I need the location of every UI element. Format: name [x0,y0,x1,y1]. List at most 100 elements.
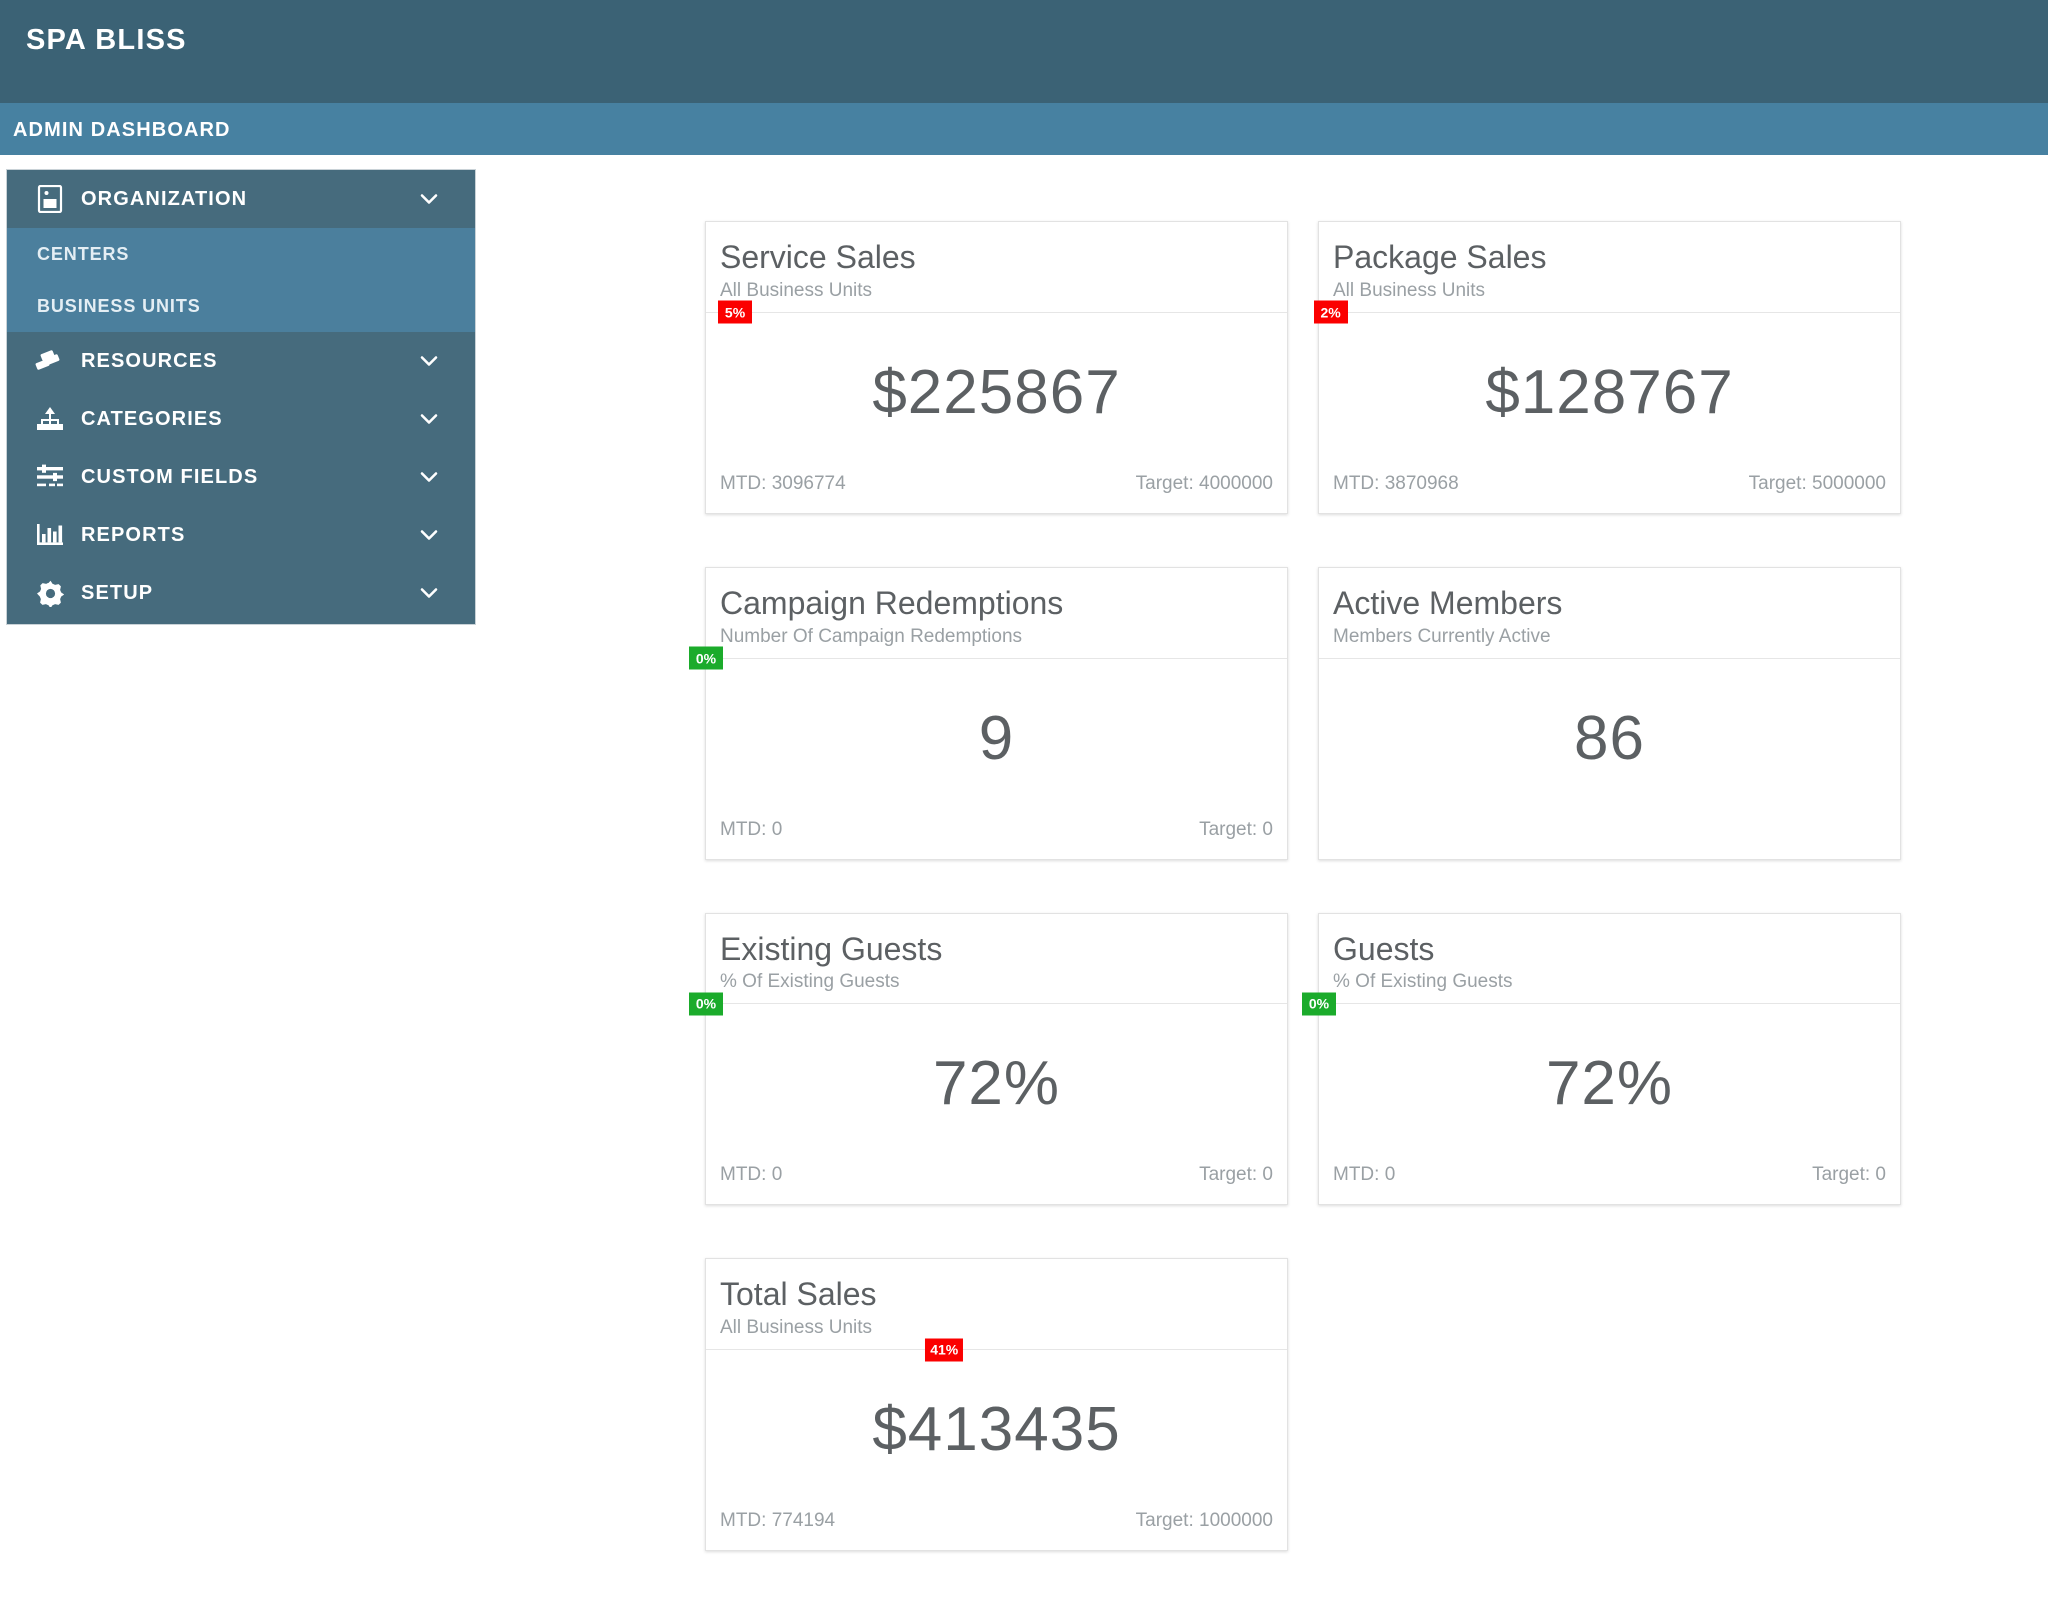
kpi-card-mtd: MTD: 0 [1333,1164,1396,1186]
kpi-card-header: Package Sales All Business Units [1319,222,1900,312]
progress-percent-badge: 41% [925,1338,964,1362]
progress-percent-badge: 5% [718,300,753,324]
chevron-down-icon[interactable] [419,409,439,429]
kpi-card-header: Existing Guests % Of Existing Guests [706,914,1287,1004]
kpi-card-target: Target: 5000000 [1748,472,1886,494]
page-body: ORGANIZATION CENTERS BUSINESS UNITS RESOURC… [0,155,2048,1552]
chevron-down-icon[interactable] [419,467,439,487]
custom-fields-icon [35,462,65,492]
progress-percent-badge: 0% [689,646,723,670]
chevron-down-icon[interactable] [419,351,439,371]
kpi-card-value: 72% [932,1049,1061,1119]
kpi-card-subtitle: All Business Units [1333,279,1486,301]
progress-percent-badge: 0% [689,992,723,1016]
sidebar-group-label: SETUP [81,581,154,604]
kpi-card-mtd: MTD: 3096774 [720,472,846,494]
categories-icon [35,404,65,434]
sidebar-item-label: CENTERS [37,243,130,264]
kpi-card-title: Active Members [1333,584,1563,621]
sidebar-group-label: CATEGORIES [81,407,223,430]
kpi-card-mtd: MTD: 0 [720,818,783,840]
kpi-card-value: $225867 [872,357,1121,427]
kpi-card-value: 86 [1574,703,1645,773]
sidebar-item-label: BUSINESS UNITS [37,295,201,316]
kpi-card-title: Package Sales [1333,239,1547,275]
resources-icon [35,346,65,376]
sidebar-group-categories[interactable]: CATEGORIES [7,390,475,448]
kpi-card-divider: 41% [706,1338,1287,1362]
kpi-card-header: Service Sales All Business Units [706,222,1287,312]
kpi-card-value: 72% [1545,1049,1674,1119]
kpi-card-existing-guests[interactable]: Existing Guests % Of Existing Guests 0% 72%… [689,912,1288,1206]
progress-percent-badge: 2% [1313,300,1348,324]
brand-bar: SPA BLISS [0,0,2048,103]
sidebar-item-business-units[interactable]: BUSINESS UNITS [7,280,475,332]
kpi-card-divider: 0% [689,992,1287,1016]
kpi-card-guests[interactable]: Guests % Of Existing Guests 0% 72% MTD: 0 Tar… [1302,912,1901,1206]
kpi-card-service-sales[interactable]: Service Sales All Business Units 5% $225867… [705,221,1288,514]
sidebar-group-custom-fields[interactable]: CUSTOM FIELDS [7,448,475,506]
kpi-card-title: Service Sales [720,239,916,275]
kpi-card-target: Target: 0 [1812,1164,1886,1186]
kpi-card-target: Target: 0 [1199,1164,1273,1186]
gear-icon [35,578,65,608]
sidebar-group-resources[interactable]: RESOURCES [7,332,475,390]
kpi-card-subtitle: All Business Units [720,1317,873,1339]
sidebar-group-organization[interactable]: ORGANIZATION [7,170,475,228]
page-title: ADMIN DASHBOARD [13,119,231,141]
kpi-card-value-area: 9 [706,659,1287,819]
kpi-card-footer: MTD: 774194 Target: 1000000 [706,1510,1287,1550]
chevron-down-icon[interactable] [419,583,439,603]
sidebar-group-label: RESOURCES [81,349,218,372]
kpi-card-target: Target: 0 [1199,818,1273,840]
kpi-card-campaign-redemptions[interactable]: Campaign Redemptions Number Of Campaign R… [689,566,1288,860]
kpi-card-subtitle: % Of Existing Guests [1333,971,1513,993]
kpi-card-header: Total Sales All Business Units [706,1259,1287,1349]
kpi-card-title: Guests [1333,930,1435,967]
kpi-card-footer: MTD: 0 Target: 0 [706,1164,1287,1204]
kpi-card-subtitle: % Of Existing Guests [720,971,900,993]
kpi-card-package-sales[interactable]: Package Sales All Business Units 2% $128767… [1313,221,1901,514]
kpi-card-footer: MTD: 0 Target: 0 [1319,1164,1900,1204]
kpi-card-divider [1319,657,1900,659]
kpi-card-header: Campaign Redemptions Number Of Campaign R… [706,568,1287,658]
kpi-card-active-members[interactable]: Active Members Members Currently Active 86 [1318,566,1901,860]
progress-percent-badge: 0% [1302,992,1336,1016]
kpi-card-divider: 5% [706,300,1287,324]
kpi-card-target: Target: 1000000 [1135,1510,1273,1532]
kpi-card-value-area: $225867 [706,313,1287,473]
kpi-card-divider: 2% [1313,300,1900,324]
kpi-card-row: Total Sales All Business Units 41% $413435 M… [705,1258,1901,1552]
chevron-down-icon[interactable] [419,189,439,209]
kpi-card-row: Service Sales All Business Units 5% $225867… [705,221,1901,514]
kpi-card-subtitle: Members Currently Active [1333,625,1551,647]
kpi-card-mtd: MTD: 774194 [720,1510,836,1532]
kpi-card-mtd: MTD: 3870968 [1333,472,1459,494]
kpi-card-row: Campaign Redemptions Number Of Campaign R… [689,566,1901,860]
sidebar-nav: ORGANIZATION CENTERS BUSINESS UNITS RESOURC… [6,169,476,625]
kpi-card-title: Total Sales [720,1276,877,1313]
kpi-card-value: $413435 [872,1395,1121,1465]
sidebar-group-setup[interactable]: SETUP [7,564,475,622]
kpi-card-title: Campaign Redemptions [720,584,1064,621]
kpi-card-row: Existing Guests% Of Existing Guests 0% 72%… [689,912,1901,1206]
kpi-card-value-area: 72% [706,1004,1287,1164]
sidebar-item-centers[interactable]: CENTERS [7,228,475,280]
sidebar-group-reports[interactable]: REPORTS [7,506,475,564]
kpi-card-subtitle: Number Of Campaign Redemptions [720,625,1023,647]
kpi-card-value: 9 [978,703,1015,773]
kpi-card-subtitle: All Business Units [720,279,873,301]
kpi-card-title: Existing Guests [720,930,943,967]
reports-icon [35,520,65,550]
sidebar-group-label: ORGANIZATION [81,187,248,210]
kpi-card-footer: MTD: 0 Target: 0 [706,819,1287,859]
kpi-card-mtd: MTD: 0 [720,1164,783,1186]
kpi-card-footer: MTD: 3870968 Target: 5000000 [1319,473,1900,513]
kpi-card-footer [1319,819,1900,849]
kpi-card-header: Active Members Members Currently Active [1319,568,1900,658]
chevron-down-icon[interactable] [419,525,439,545]
kpi-card-header: Guests % Of Existing Guests [1319,914,1900,1004]
kpi-card-total-sales[interactable]: Total Sales All Business Units 41% $413435 M… [705,1258,1288,1552]
kpi-card-value-area: $413435 [706,1350,1287,1510]
kpi-card-footer: MTD: 3096774 Target: 4000000 [706,473,1287,513]
